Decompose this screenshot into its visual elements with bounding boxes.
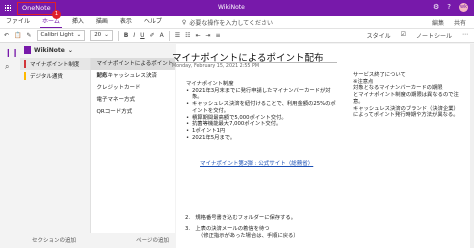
- page-item[interactable]: クレジットカード: [91, 82, 175, 94]
- font-name-select[interactable]: Calibri Light ⌄: [36, 30, 86, 41]
- menu-help[interactable]: ヘルプ: [138, 16, 168, 28]
- gear-icon[interactable]: ⚙: [433, 3, 439, 12]
- outdent-icon[interactable]: ⇤: [195, 32, 200, 39]
- italic-icon[interactable]: I: [133, 32, 135, 39]
- tags-button[interactable]: ノートシール: [416, 31, 452, 40]
- app-launcher-button[interactable]: [0, 0, 16, 16]
- numbered-step: 2. 規格番号書き込むフォルダーに保存する。: [185, 215, 296, 221]
- tag-icon[interactable]: ☑: [401, 31, 406, 40]
- section-color-bar: [24, 60, 26, 68]
- waffle-icon: [4, 4, 12, 12]
- section-item[interactable]: デジタル通貨: [20, 70, 90, 82]
- font-name-value: Calibri Light: [40, 32, 74, 38]
- menu-insert[interactable]: 挿入: [66, 16, 90, 28]
- official-site-link[interactable]: マイナポイント第2弾 : 公式サイト（総務省）: [200, 159, 313, 167]
- avatar[interactable]: wk: [459, 3, 468, 12]
- menu-bar: ファイル ホーム 挿入 描画 表示 ヘルプ ♀ 必要な操作を入力してください 編…: [0, 16, 474, 29]
- title-bar: OneNote WikiNote ⚙ ? wk: [0, 0, 474, 16]
- lightbulb-icon: ♀: [181, 18, 187, 26]
- scrollbar[interactable]: [470, 44, 474, 248]
- list-item: 2021年3月末までに発行申請したマイナンバーカードが対象。: [186, 88, 336, 101]
- tell-me-search[interactable]: ♀ 必要な操作を入力してください: [182, 18, 273, 27]
- list-item: 抗菌等機能最大7,000ポイント交付。: [186, 121, 336, 128]
- note-heading: マイナポイント制度: [186, 81, 234, 87]
- section-label: デジタル通貨: [30, 74, 63, 80]
- notebook-name: WikiNote: [34, 46, 65, 54]
- side-note-line: とマイナポイント制度の期限は異なるので注意。: [353, 92, 459, 105]
- styles-button[interactable]: スタイル: [367, 31, 391, 40]
- underline-icon[interactable]: U: [140, 32, 144, 39]
- app-name[interactable]: OneNote: [17, 1, 56, 15]
- numbering-icon[interactable]: ☷: [185, 32, 190, 39]
- add-page-button[interactable]: ページの追加: [136, 236, 169, 244]
- tell-me-label: 必要な操作を入力してください: [189, 19, 273, 27]
- section-label: マイナポイント制度: [30, 62, 80, 68]
- page-list: マイナポイントによるポイント配布 対応キャッシュレス決済 クレジットカード 電子…: [90, 58, 175, 233]
- notebooks-icon[interactable]: ❙❙: [5, 48, 18, 58]
- left-rail: ❙❙ ⌕: [0, 44, 21, 248]
- menu-right: 編集 共有: [432, 16, 466, 28]
- help-icon[interactable]: ?: [447, 3, 451, 12]
- numbered-step: （修正指示があった場合は、手順に戻る）: [198, 233, 299, 239]
- chevron-down-icon: ⌄: [67, 46, 73, 54]
- page-item[interactable]: マイナポイントによるポイント配布: [90, 58, 175, 79]
- menu-file[interactable]: ファイル: [0, 16, 36, 28]
- side-note-block[interactable]: サービス終了について ※注意点 対象となるマイナンバーカードの期限 とマイナポイ…: [353, 72, 461, 119]
- menu-home[interactable]: ホーム: [36, 16, 66, 28]
- font-color-icon[interactable]: A: [160, 32, 164, 39]
- menu-draw[interactable]: 描画: [90, 16, 114, 28]
- share-button[interactable]: 共有: [454, 18, 466, 27]
- window-title: WikiNote: [218, 4, 245, 11]
- undo-icon[interactable]: ↶: [4, 32, 9, 39]
- chevron-down-icon: ⌄: [104, 32, 109, 38]
- ribbon-right: スタイル ☑ ノートシール ⋯: [367, 31, 468, 40]
- notebook-selector[interactable]: WikiNote ⌄: [20, 44, 175, 56]
- note-block[interactable]: マイナポイント制度 2021年3月末までに発行申請したマイナンバーカードが対象。…: [186, 81, 336, 141]
- align-icon[interactable]: ≡: [216, 32, 221, 39]
- numbered-step: 3. 上表の決済メールの着信を待つ: [185, 226, 270, 232]
- side-note-line: キャッシュレス決済のブランド（決済企業）によってポイント発行時期や方法が異なる。: [353, 105, 459, 119]
- divider: [117, 30, 119, 41]
- notebook-panel: WikiNote ⌄ マイナポイント制度 デジタル通貨 マイナポイントによるポイ…: [20, 44, 175, 248]
- divider: [168, 30, 170, 41]
- indent-icon[interactable]: ⇥: [206, 32, 211, 39]
- clipboard-icon[interactable]: 📋: [14, 32, 21, 39]
- bullet-list: 2021年3月末までに発行申請したマイナンバーカードが対象。 キャッシュレス決済…: [186, 88, 336, 142]
- page-date: Monday, February 15, 2021 2:55 PM: [172, 64, 259, 69]
- add-section-button[interactable]: セクションの追加: [32, 236, 76, 244]
- page-item[interactable]: 対応キャッシュレス決済: [91, 70, 175, 82]
- step-badge: 1: [52, 10, 61, 19]
- page-item[interactable]: 電子マネー方式: [91, 94, 175, 106]
- font-size-select[interactable]: 20 ⌄: [90, 30, 113, 41]
- highlight-icon[interactable]: ✐: [150, 32, 155, 39]
- panel-footer: セクションの追加 ページの追加: [20, 236, 175, 244]
- search-icon[interactable]: ⌕: [5, 62, 15, 72]
- section-color-bar: [24, 72, 26, 80]
- page-item[interactable]: QRコード方式: [91, 106, 175, 118]
- bullets-icon[interactable]: ☰: [175, 32, 180, 39]
- side-note-line: サービス終了について: [353, 72, 406, 78]
- notebook-icon: [24, 46, 31, 54]
- bold-icon[interactable]: B: [124, 32, 129, 39]
- title-underline: [172, 62, 337, 63]
- chevron-down-icon: ⌄: [76, 32, 82, 38]
- more-icon[interactable]: ⋯: [462, 31, 468, 40]
- edit-button[interactable]: 編集: [432, 18, 444, 27]
- font-size-value: 20: [94, 32, 102, 38]
- list-item: キャッシュレス決済を紐付けることで、利用金額の25%のポイントを交付。: [186, 101, 336, 114]
- list-item: 1ポイント1円: [186, 128, 336, 135]
- format-painter-icon[interactable]: ✎: [27, 32, 32, 39]
- list-item: 2021年5月まで。: [186, 135, 336, 142]
- ribbon: ↶ 📋 ✎ Calibri Light ⌄ 20 ⌄ B I U ✐ A ☰ ☷ ⇤…: [0, 29, 474, 43]
- section-item[interactable]: マイナポイント制度: [20, 58, 90, 70]
- section-list: マイナポイント制度 デジタル通貨: [20, 58, 91, 233]
- title-bar-icons: ⚙ ? wk: [433, 3, 468, 12]
- menu-view[interactable]: 表示: [114, 16, 138, 28]
